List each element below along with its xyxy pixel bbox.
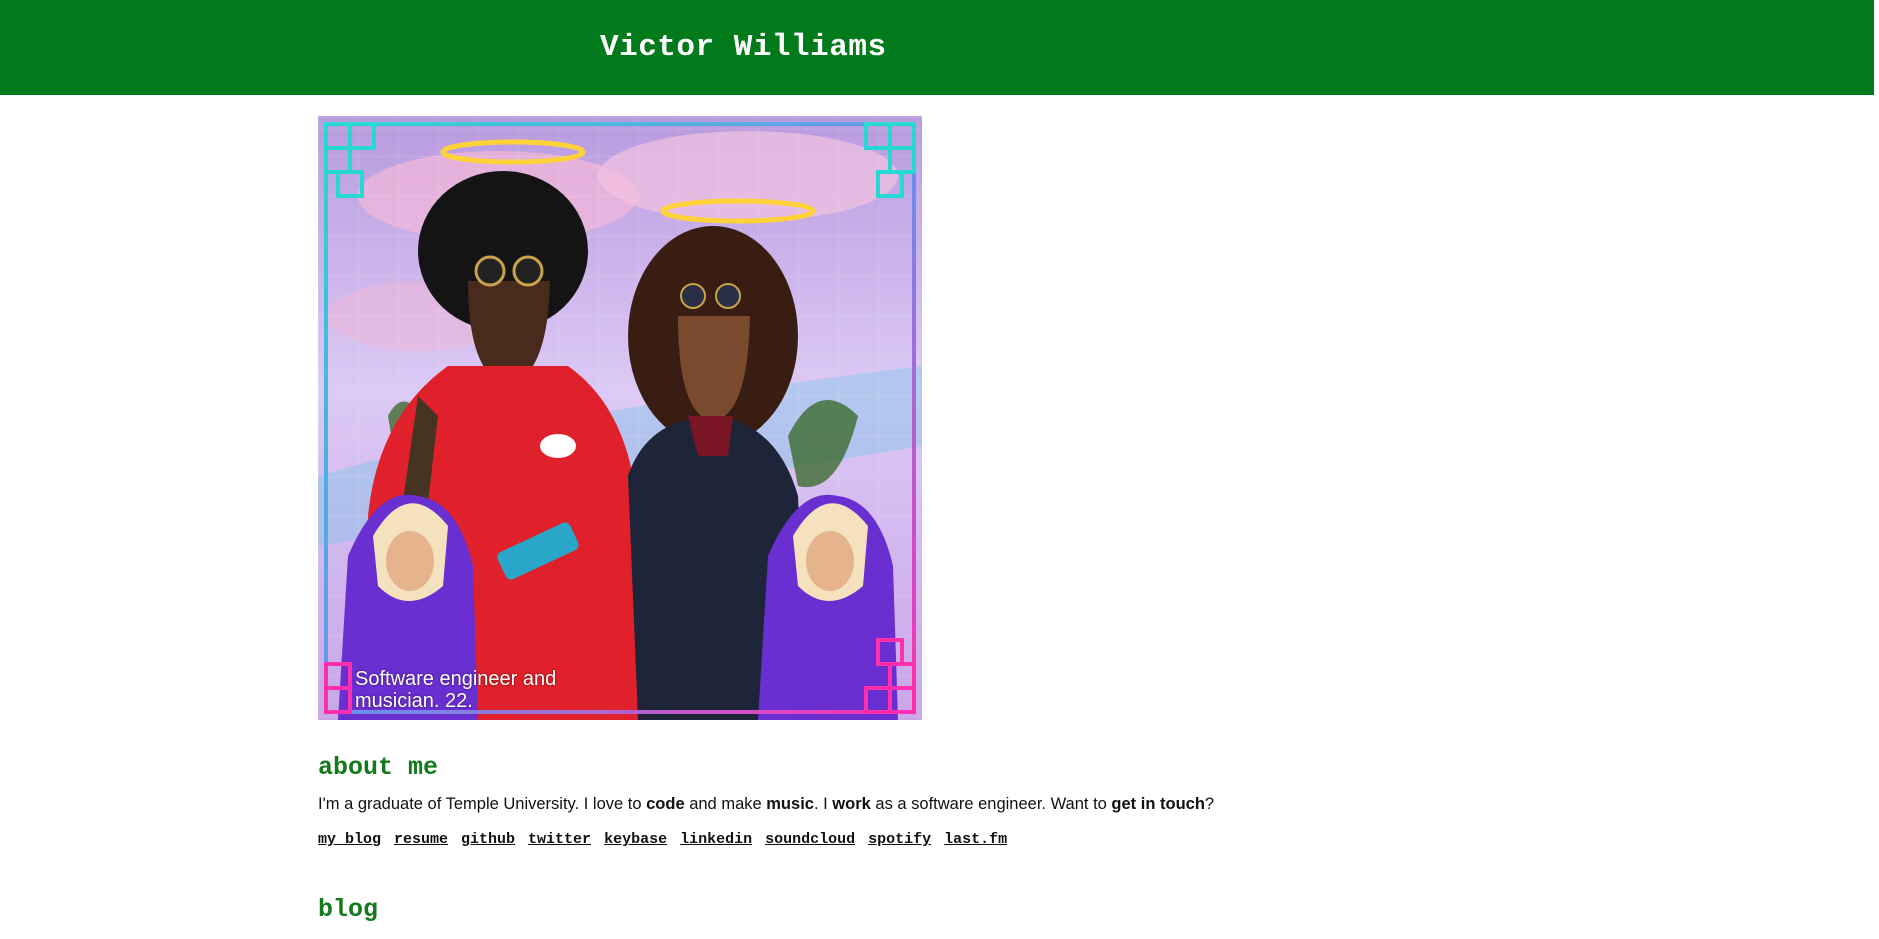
hero-caption: Software engineer and musician. 22. [355, 668, 557, 712]
site-header: Victor Williams [0, 0, 1874, 95]
link-linkedin[interactable]: linkedin [680, 831, 752, 848]
about-text-part: I'm a graduate of Temple University. I l… [318, 795, 647, 813]
contact-link[interactable]: get in touch [1111, 795, 1205, 813]
link-twitter[interactable]: twitter [528, 831, 591, 848]
link-resume[interactable]: resume [394, 831, 448, 848]
link-soundcloud[interactable]: soundcloud [765, 831, 855, 848]
link-spotify[interactable]: spotify [868, 831, 931, 848]
about-text-part: as a software engineer. Want to [870, 795, 1112, 813]
blog-entry[interactable]: ... [318, 935, 331, 939]
about-heading: about me [318, 753, 439, 782]
about-text: I'm a graduate of Temple University. I l… [318, 795, 1214, 814]
about-text-part: and make [684, 795, 767, 813]
link-lastfm[interactable]: last.fm [944, 831, 1007, 848]
profile-image-art [318, 116, 922, 720]
social-links: my blog resume github twitter keybase li… [318, 831, 1007, 848]
about-emphasis-music: music [766, 795, 814, 813]
site-title[interactable]: Victor Williams [600, 30, 887, 65]
link-github[interactable]: github [461, 831, 515, 848]
blog-heading: blog [318, 895, 379, 924]
profile-image: Software engineer and musician. 22. [318, 116, 922, 720]
link-my-blog[interactable]: my blog [318, 831, 381, 848]
about-text-part: ? [1204, 795, 1215, 813]
about-emphasis-code: code [646, 795, 685, 813]
about-text-part: . I [813, 795, 833, 813]
link-keybase[interactable]: keybase [604, 831, 667, 848]
about-emphasis-work: work [832, 795, 871, 813]
